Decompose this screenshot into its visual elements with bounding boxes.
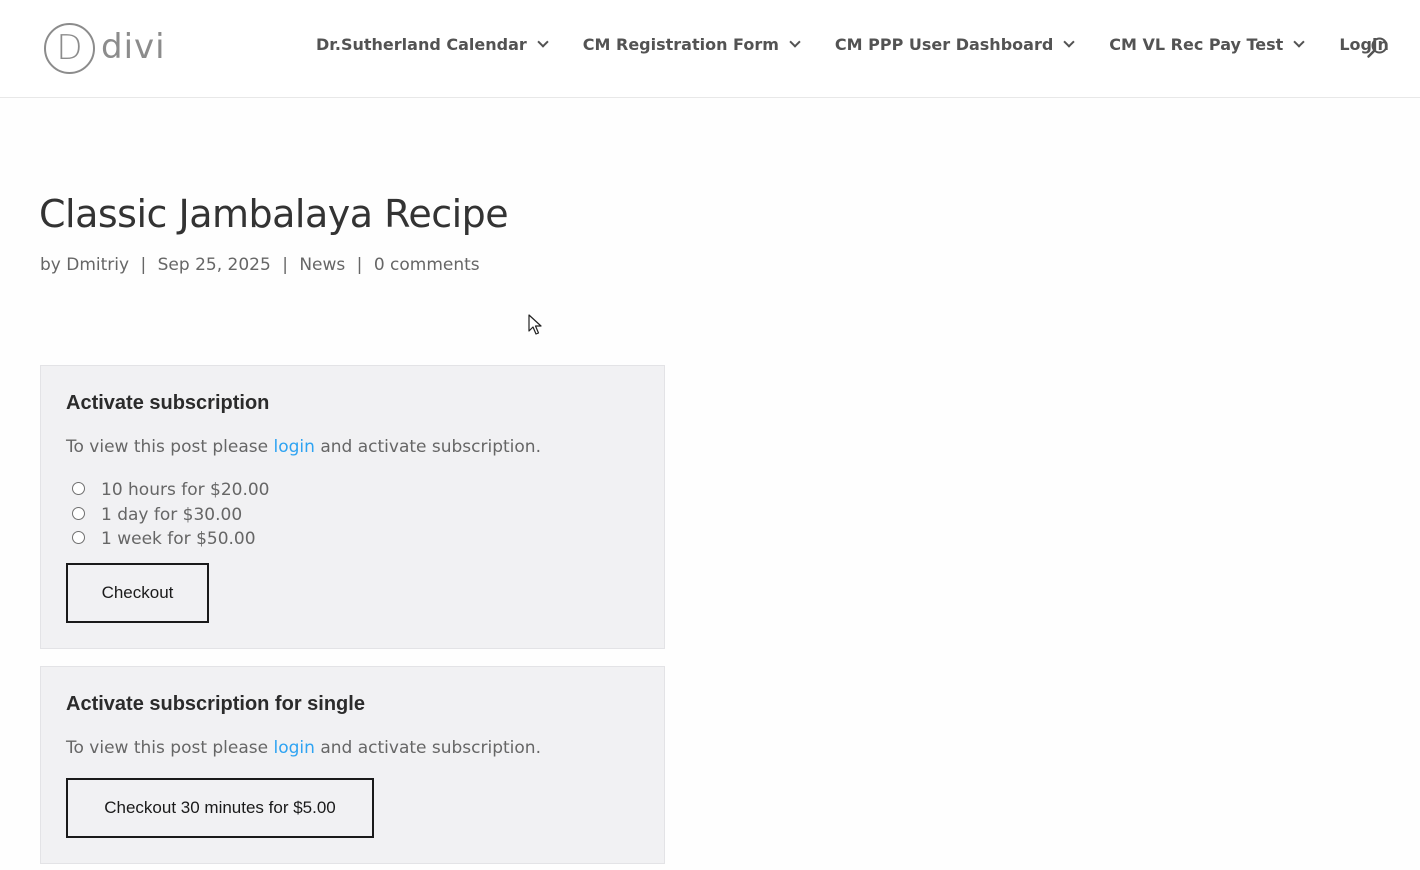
message-text: To view this post please <box>66 437 274 457</box>
activate-subscription-box: Activate subscription To view this post … <box>40 365 665 649</box>
plan-label: 1 week for $50.00 <box>101 529 256 549</box>
nav-item-label: CM VL Rec Pay Test <box>1109 35 1284 54</box>
post-title: Classic Jambalaya Recipe <box>39 192 509 236</box>
logo-mark: D <box>44 22 95 74</box>
chevron-down-icon <box>789 36 801 48</box>
checkout-single-button[interactable]: Checkout 30 minutes for $5.00 <box>66 778 374 838</box>
main-nav: Dr.Sutherland Calendar CM Registration F… <box>316 35 1389 54</box>
message-text: and activate subscription. <box>314 437 541 457</box>
nav-item-cm-vl-rec-pay-test[interactable]: CM VL Rec Pay Test <box>1109 35 1305 54</box>
plan-option[interactable]: 1 week for $50.00 <box>72 529 256 549</box>
login-link[interactable]: login <box>274 437 315 457</box>
box-title: Activate subscription for single <box>66 693 365 715</box>
nav-item-label: Dr.Sutherland Calendar <box>316 35 527 54</box>
chevron-down-icon <box>537 36 549 48</box>
chevron-down-icon <box>1293 36 1305 48</box>
author-link[interactable]: Dmitriy <box>66 255 129 275</box>
chevron-down-icon <box>1063 36 1075 48</box>
meta-by: by <box>40 255 61 275</box>
post-date: Sep 25, 2025 <box>157 255 271 275</box>
message-text: and activate subscription. <box>314 738 541 758</box>
meta-separator: | <box>282 255 288 275</box>
checkout-button[interactable]: Checkout <box>66 563 209 623</box>
meta-separator: | <box>356 255 363 275</box>
site-logo[interactable]: D divi <box>44 21 166 75</box>
plan-option[interactable]: 1 day for $30.00 <box>72 505 242 525</box>
box-message: To view this post please login and activ… <box>66 738 541 758</box>
plan-label: 10 hours for $20.00 <box>101 480 270 500</box>
comments-link[interactable]: 0 comments <box>374 255 480 275</box>
box-title: Activate subscription <box>66 392 270 414</box>
radio-button[interactable] <box>72 530 85 544</box>
nav-item-dr-sutherland-calendar[interactable]: Dr.Sutherland Calendar <box>316 35 549 54</box>
nav-item-cm-registration-form[interactable]: CM Registration Form <box>582 35 801 54</box>
nav-item-label: CM Registration Form <box>582 35 779 54</box>
mouse-cursor-icon <box>528 314 542 335</box>
radio-button[interactable] <box>72 481 85 495</box>
category-link[interactable]: News <box>299 255 345 275</box>
nav-item-cm-ppp-user-dashboard[interactable]: CM PPP User Dashboard <box>834 35 1075 54</box>
message-text: To view this post please <box>66 738 274 758</box>
site-header: D divi Dr.Sutherland Calendar CM Registr… <box>0 0 1420 98</box>
login-link[interactable]: login <box>274 738 315 758</box>
plan-label: 1 day for $30.00 <box>101 505 243 525</box>
meta-separator: | <box>140 255 147 275</box>
nav-item-label: CM PPP User Dashboard <box>834 35 1054 54</box>
search-icon <box>1367 37 1388 58</box>
plan-option[interactable]: 10 hours for $20.00 <box>72 480 270 500</box>
radio-button[interactable] <box>72 506 85 520</box>
post-meta: by Dmitriy | Sep 25, 2025 | News | 0 com… <box>40 255 480 275</box>
search-button[interactable] <box>1366 36 1390 60</box>
logo-text: divi <box>101 27 166 67</box>
box-message: To view this post please login and activ… <box>66 437 541 457</box>
single-subscription-box: Activate subscription for single To view… <box>40 666 665 864</box>
